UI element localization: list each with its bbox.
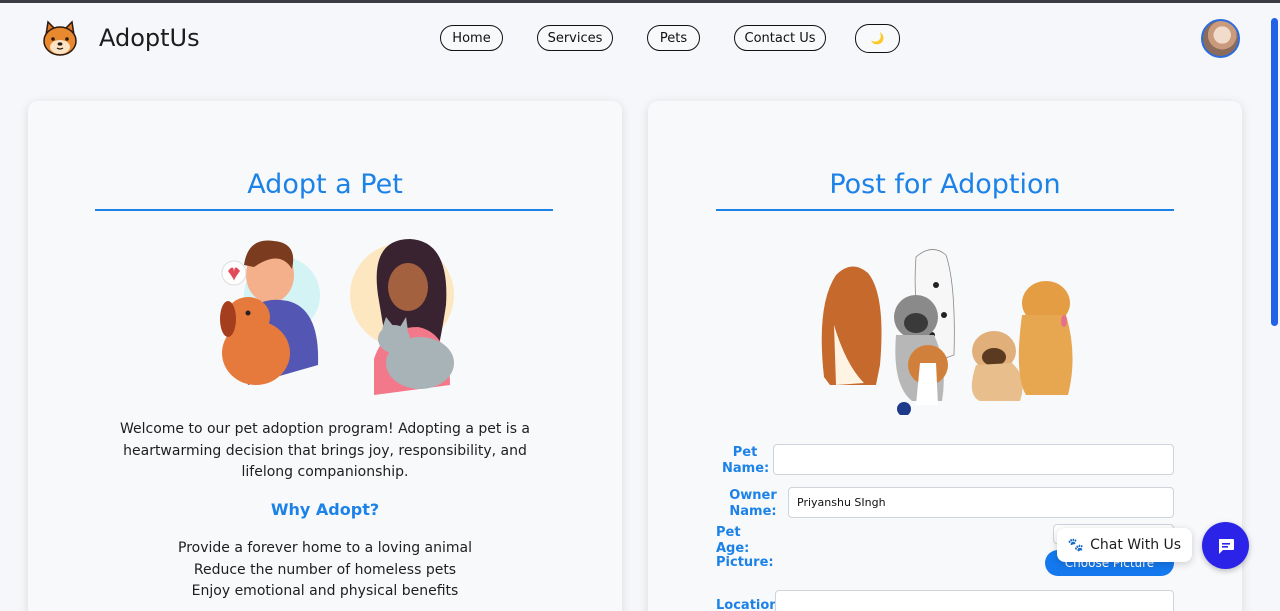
post-title-underline <box>716 209 1174 211</box>
nav-pets-button[interactable]: Pets <box>647 25 700 51</box>
location-input[interactable] <box>775 590 1174 611</box>
theme-toggle-button[interactable]: 🌙 <box>855 24 900 53</box>
pet-name-input[interactable] <box>773 444 1174 475</box>
nav-home-button[interactable]: Home <box>440 25 503 51</box>
page-scrollbar-thumb[interactable] <box>1271 18 1278 326</box>
chat-with-us-label[interactable]: 🐾 Chat With Us <box>1057 528 1192 562</box>
pet-age-label: Pet Age: <box>716 525 750 556</box>
moon-icon: 🌙 <box>870 32 885 45</box>
people-with-pets-illustration <box>220 239 454 395</box>
why-adopt-heading: Why Adopt? <box>270 500 380 519</box>
dogs-group-illustration <box>821 249 1073 415</box>
benefit-item: Enjoy emotional and physical benefits <box>191 583 459 599</box>
adopt-pet-card: Adopt a Pet Welcome to our pet adoption … <box>28 101 622 611</box>
navbar: AdoptUs Home Services Pets Contact Us 🌙 <box>0 3 1268 75</box>
paw-icon: 🐾 <box>1067 537 1085 553</box>
benefit-item: Provide a forever home to a loving anima… <box>178 540 472 556</box>
owner-name-input[interactable] <box>788 487 1174 518</box>
post-title: Post for Adoption <box>829 169 1061 200</box>
welcome-text: Welcome to our pet adoption program! Ado… <box>119 421 531 480</box>
chat-label-text: Chat With Us <box>1090 537 1182 553</box>
owner-name-label: Owner Name: <box>729 488 777 519</box>
location-label: Location: <box>716 598 784 611</box>
picture-label: Picture: <box>716 555 774 570</box>
chat-open-button[interactable] <box>1202 522 1249 569</box>
user-avatar[interactable] <box>1201 19 1240 58</box>
shiba-logo-icon[interactable] <box>40 19 80 59</box>
nav-services-button[interactable]: Services <box>537 25 613 51</box>
benefit-item: Reduce the number of homeless pets <box>193 561 457 578</box>
adopt-title-underline <box>95 209 553 211</box>
chat-bubble-icon <box>1218 538 1234 554</box>
nav-contact-button[interactable]: Contact Us <box>734 25 826 51</box>
pet-name-label: Pet Name: <box>722 445 770 476</box>
benefits-list: Provide a forever home to a loving anima… <box>28 538 622 603</box>
adopt-title: Adopt a Pet <box>247 169 403 200</box>
brand-name[interactable]: AdoptUs <box>99 24 200 52</box>
